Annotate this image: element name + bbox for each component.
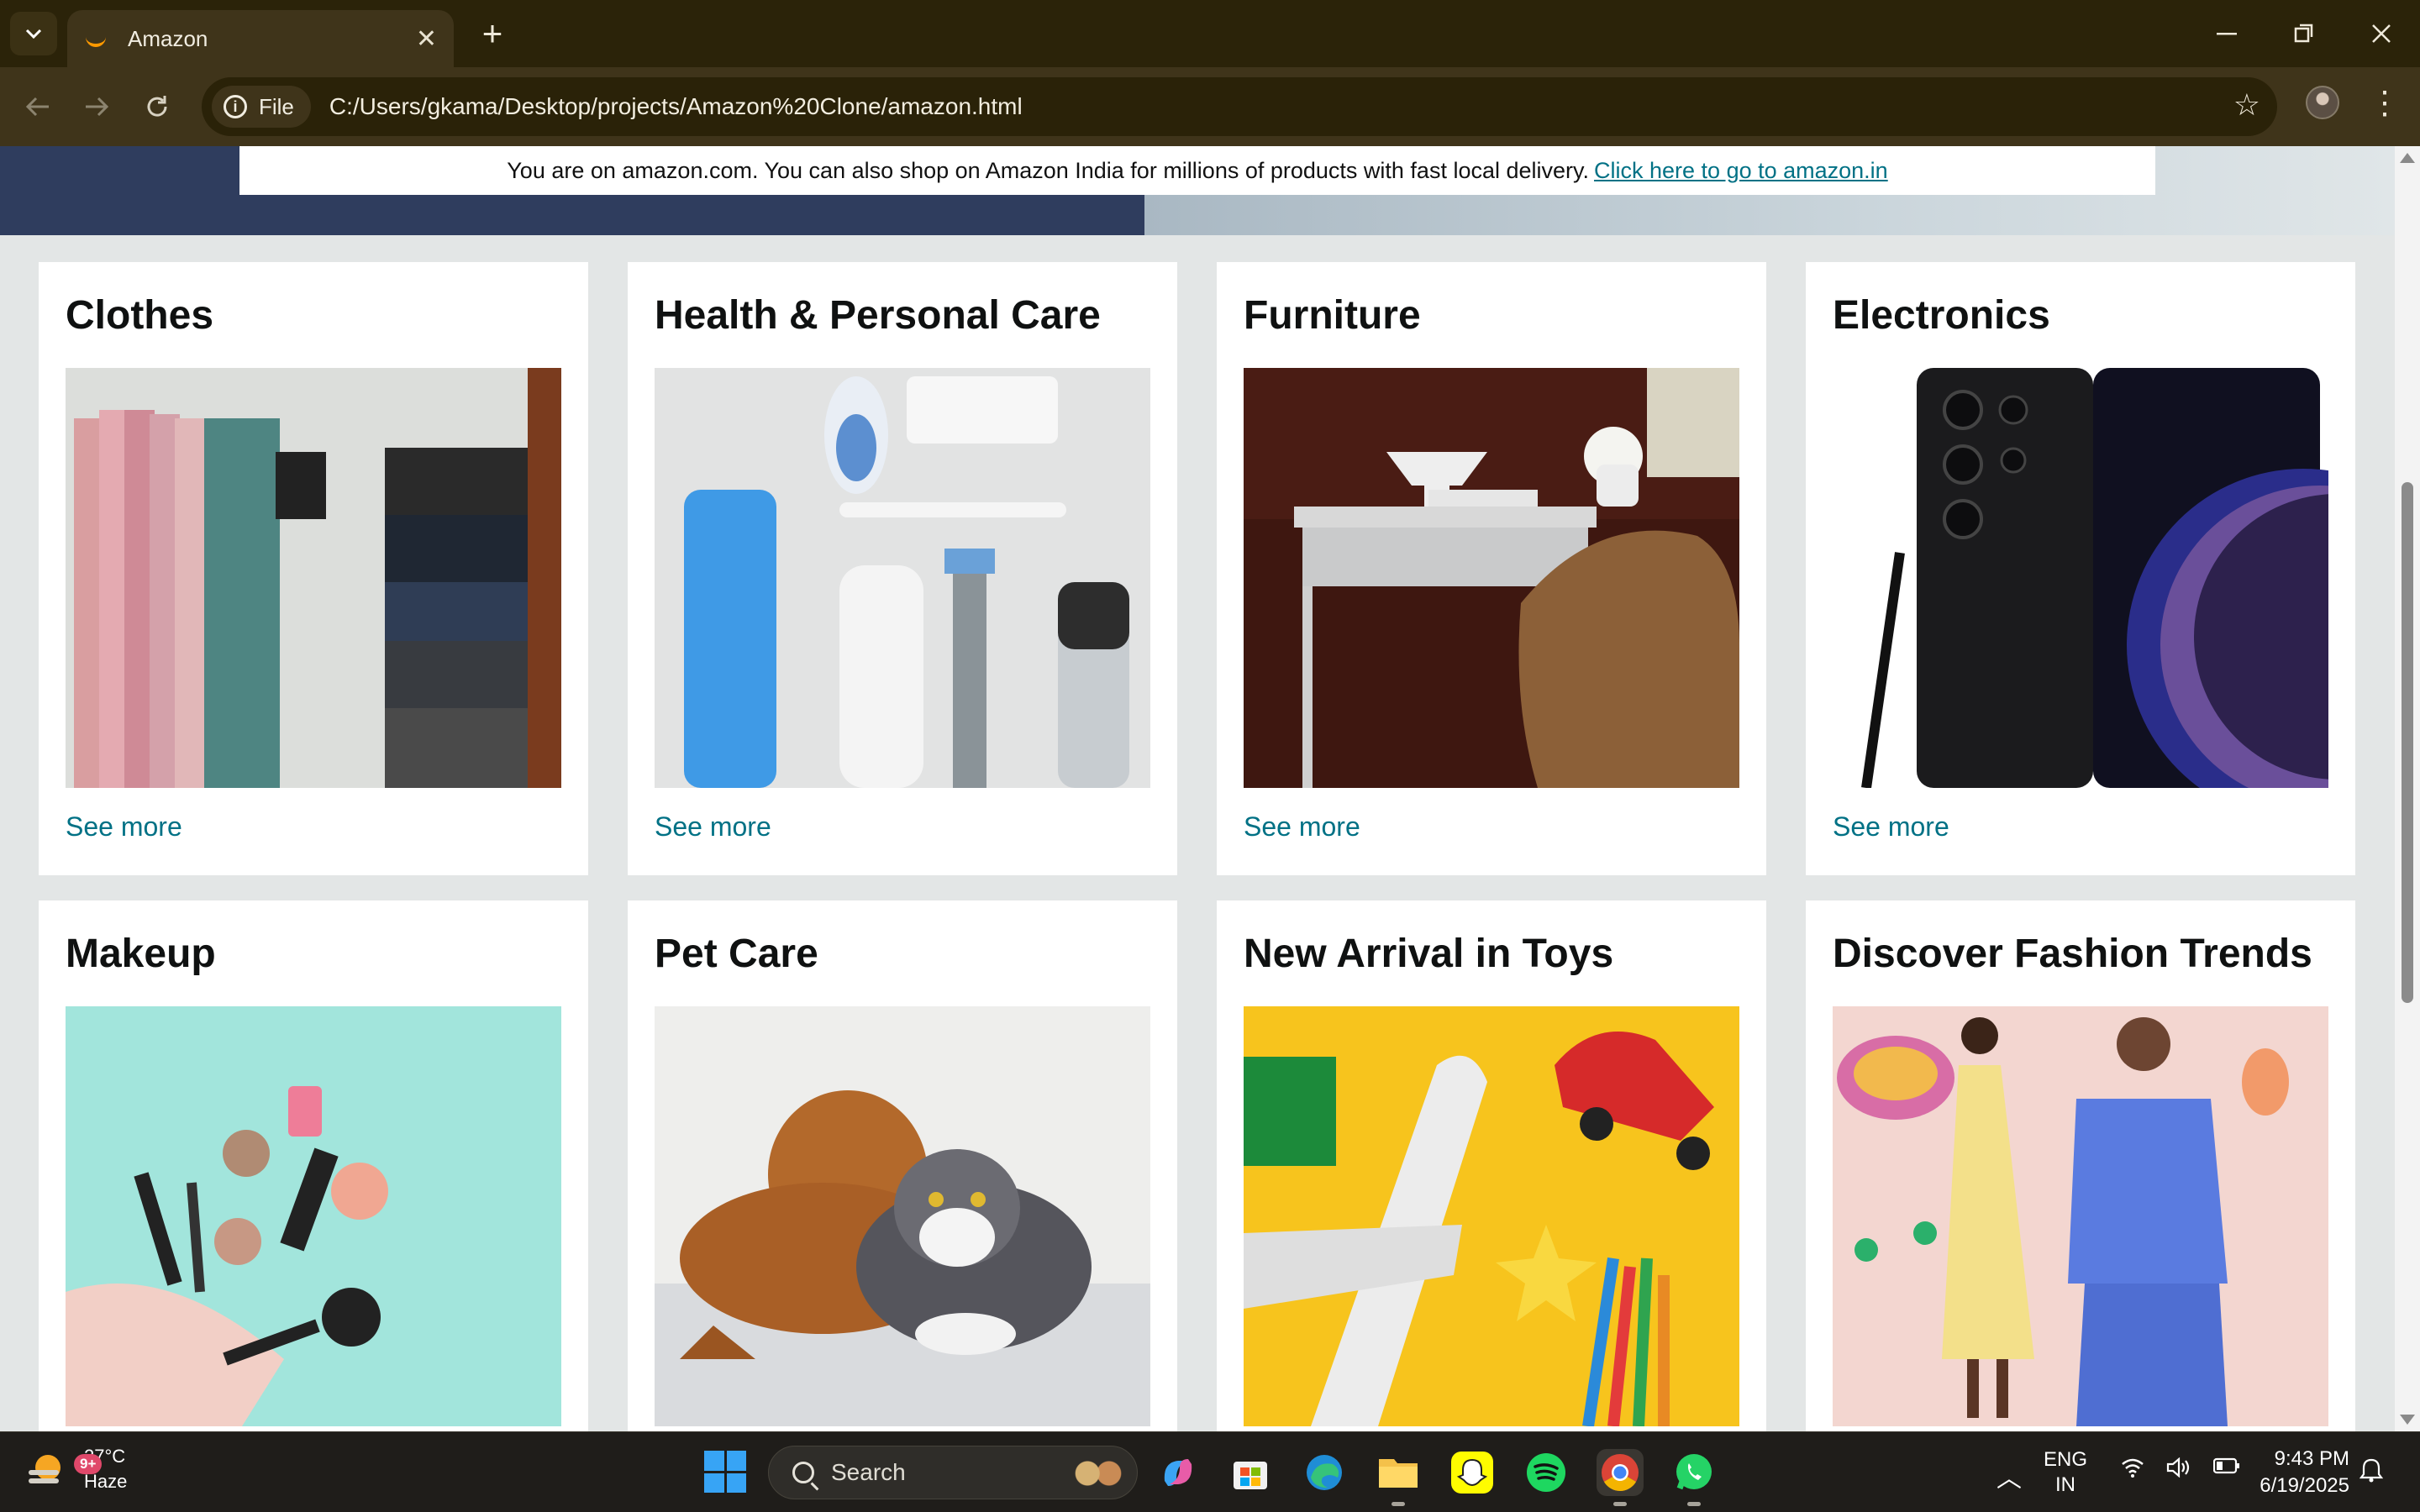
info-icon: i <box>224 95 247 118</box>
card-title: Makeup <box>66 932 216 976</box>
browser-toolbar: i File C:/Users/gkama/Desktop/projects/A… <box>0 67 2420 146</box>
new-tab-button[interactable]: + <box>472 13 513 54</box>
card-title: Electronics <box>1833 293 2050 338</box>
back-arrow-icon <box>25 97 49 117</box>
restore-button[interactable] <box>2270 12 2338 55</box>
search-highlight-icon <box>1071 1455 1125 1492</box>
tray-overflow-chevron-icon[interactable]: ︿ <box>1996 1457 2022 1494</box>
taskbar-search-label: Search <box>831 1459 906 1485</box>
scroll-up-icon[interactable] <box>2400 153 2415 163</box>
reload-icon <box>147 96 167 117</box>
page-scrollbar[interactable] <box>2395 146 2420 1431</box>
weather-haze-icon <box>25 1448 67 1490</box>
address-url[interactable]: C:/Users/gkama/Desktop/projects/Amazon%2… <box>329 93 1023 120</box>
bookmark-star-icon[interactable]: ☆ <box>2233 87 2260 123</box>
category-card-health: Health & Personal Care See more <box>628 262 1177 875</box>
scroll-down-icon[interactable] <box>2400 1415 2415 1425</box>
tab-search-button[interactable] <box>10 12 57 55</box>
card-title: Discover Fashion Trends <box>1833 932 2312 976</box>
battery-icon <box>2213 1457 2239 1474</box>
search-icon <box>792 1462 814 1483</box>
category-card-makeup: Makeup <box>39 900 588 1431</box>
chevron-down-icon <box>25 29 42 39</box>
microsoft-store-icon[interactable] <box>1227 1449 1274 1496</box>
card-title: Health & Personal Care <box>655 293 1101 338</box>
card-title: Pet Care <box>655 932 818 976</box>
close-icon <box>2372 24 2391 43</box>
card-title: New Arrival in Toys <box>1244 932 1614 976</box>
fashion-image[interactable] <box>1833 1006 2328 1426</box>
pet-care-image[interactable] <box>655 1006 1150 1426</box>
weather-badge: 9+ <box>74 1454 103 1474</box>
browser-tab-bar: Amazon ✕ + <box>0 0 2420 67</box>
category-card-electronics: Electronics See more <box>1806 262 2355 875</box>
electronics-image[interactable] <box>1833 368 2328 788</box>
see-more-link[interactable]: See more <box>1244 811 1360 843</box>
notification-bell-icon[interactable] <box>2359 1457 2384 1488</box>
language-region: IN <box>2055 1473 2075 1496</box>
weather-widget[interactable]: 9+ 27°C Haze <box>25 1444 127 1494</box>
volume-icon <box>2166 1457 2190 1478</box>
see-more-link[interactable]: See more <box>655 811 771 843</box>
card-title: Furniture <box>1244 293 1421 338</box>
address-bar[interactable]: i File C:/Users/gkama/Desktop/projects/A… <box>202 77 2277 136</box>
taskbar-clock[interactable]: 9:43 PM 6/19/2025 <box>2249 1446 2349 1499</box>
back-button[interactable] <box>17 86 59 128</box>
spotify-icon[interactable] <box>1523 1449 1570 1496</box>
copilot-icon[interactable] <box>1155 1449 1202 1496</box>
taskbar-search[interactable]: Search <box>768 1446 1138 1499</box>
language-code: ENG <box>2044 1448 2088 1471</box>
whatsapp-icon[interactable] <box>1670 1449 1718 1506</box>
wifi-icon <box>2122 1458 2144 1478</box>
windows-start-icon[interactable] <box>704 1451 746 1493</box>
see-more-link[interactable]: See more <box>66 811 182 843</box>
minimize-icon <box>2217 33 2237 35</box>
makeup-image[interactable] <box>66 1006 561 1426</box>
system-tray[interactable] <box>2121 1457 2240 1478</box>
forward-button[interactable] <box>76 86 118 128</box>
tab-title: Amazon <box>128 25 208 51</box>
category-card-clothes: Clothes See more <box>39 262 588 875</box>
snapchat-icon[interactable] <box>1449 1449 1496 1496</box>
amazon-favicon-icon <box>84 27 108 50</box>
profile-avatar[interactable] <box>2306 86 2339 119</box>
forward-arrow-icon <box>86 97 109 117</box>
locale-notice: You are on amazon.com. You can also shop… <box>239 146 2155 195</box>
clock-time: 9:43 PM <box>2274 1447 2349 1470</box>
browser-tab-amazon[interactable]: Amazon ✕ <box>67 10 454 67</box>
card-title: Clothes <box>66 293 214 338</box>
scrollbar-thumb[interactable] <box>2402 482 2413 1003</box>
category-card-pet-care: Pet Care <box>628 900 1177 1431</box>
chrome-icon[interactable] <box>1597 1449 1644 1506</box>
language-indicator[interactable]: ENG IN <box>2044 1447 2087 1498</box>
furniture-image[interactable] <box>1244 368 1739 788</box>
toys-image[interactable] <box>1244 1006 1739 1426</box>
locale-notice-link[interactable]: Click here to go to amazon.in <box>1594 158 1888 184</box>
category-card-fashion: Discover Fashion Trends <box>1806 900 2355 1431</box>
health-care-image[interactable] <box>655 368 1150 788</box>
see-more-link[interactable]: See more <box>1833 811 1949 843</box>
file-explorer-icon[interactable] <box>1375 1449 1422 1506</box>
site-info-label: File <box>259 93 294 119</box>
windows-taskbar: 9+ 27°C Haze Search ︿ ENG IN 9:43 PM 6/1… <box>0 1431 2420 1512</box>
tab-close-icon[interactable]: ✕ <box>416 24 437 54</box>
restore-icon <box>2294 24 2313 43</box>
category-card-toys: New Arrival in Toys <box>1217 900 1766 1431</box>
close-window-button[interactable] <box>2348 12 2415 55</box>
locale-notice-text: You are on amazon.com. You can also shop… <box>507 157 1590 183</box>
minimize-button[interactable] <box>2193 12 2260 55</box>
site-info-chip[interactable]: i File <box>212 86 311 128</box>
edge-icon[interactable] <box>1301 1449 1348 1496</box>
clock-date: 6/19/2025 <box>2260 1474 2349 1497</box>
browser-menu-icon[interactable]: ⋮ <box>2369 81 2401 124</box>
reload-button[interactable] <box>136 86 178 128</box>
clothes-image[interactable] <box>66 368 561 788</box>
category-card-furniture: Furniture See more <box>1217 262 1766 875</box>
page-viewport: You are on amazon.com. You can also shop… <box>0 146 2395 1431</box>
